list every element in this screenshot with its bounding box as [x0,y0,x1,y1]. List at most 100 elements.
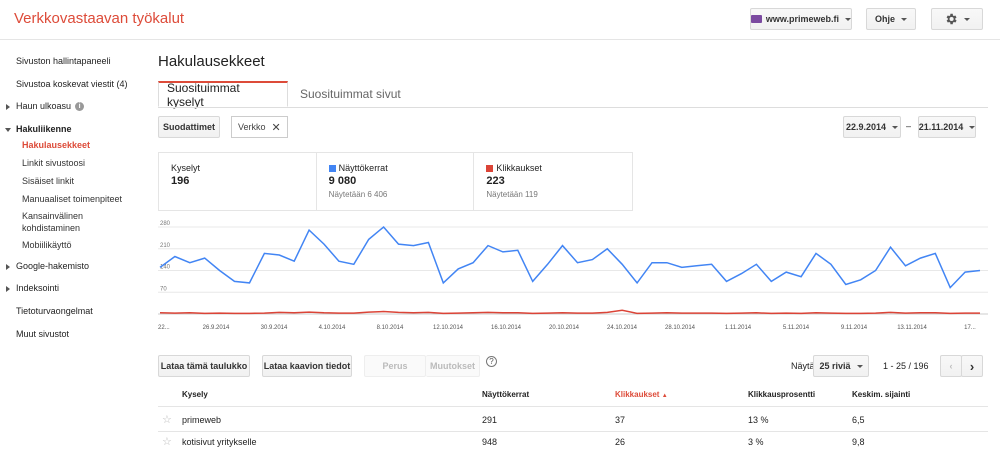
sidebar-item-label: Haun ulkoasu [16,101,72,111]
chevron-right-icon: › [969,358,975,374]
chevron-right-icon[interactable] [6,286,10,292]
site-favicon-icon [751,15,762,23]
y-tick-label: 280 [160,221,171,227]
column-header-label: Klikkaukset [615,390,660,399]
info-icon[interactable]: i [75,102,85,112]
sidebar-sub-international[interactable]: Kansainvälinen [22,210,83,222]
x-tick-label: 4.10.2014 [319,325,346,331]
prev-page-button[interactable]: ‹ [940,355,962,377]
checkbox-blue-icon[interactable] [328,165,336,172]
stat-clicks[interactable]: Klikkaukset 223 Näytetään 119 [474,153,632,210]
sidebar-sub-internal-links[interactable]: Sisäiset linkit [22,175,74,187]
cell-ctr: 3 % [748,437,764,447]
sidebar-item-google-index[interactable]: Google-hakemisto [16,261,89,271]
sidebar-item-security-issues[interactable]: Tietoturvaongelmat [16,306,93,316]
sidebar-item-dashboard[interactable]: Sivuston hallintapaneeli [16,56,111,66]
cell-query[interactable]: primeweb [182,415,221,425]
date-from-label: 22.9.2014 [845,122,887,132]
chart[interactable]: 280 210 140 70 22... 26.9.2014 30.9.2014 4.10.2… [158,219,988,334]
download-chart-button[interactable]: Lataa kaavion tiedot [262,355,352,377]
checkbox-red-icon[interactable] [486,165,494,172]
cell-impressions: 948 [482,437,498,447]
x-tick-label: 1.11.2014 [725,325,752,331]
cell-position: 9,8 [852,437,865,447]
cell-clicks: 26 [615,437,626,447]
next-page-button[interactable]: › [961,355,983,377]
basic-view-button[interactable]: Perus [364,355,426,377]
app-title[interactable]: Verkkovastaavan työkalut [14,10,184,27]
main-content: Hakulausekkeet Suosituimmat kyselyt Suos… [158,41,1000,458]
rows-per-page-select[interactable]: 25 riviä [813,355,869,377]
download-table-button[interactable]: Lataa tämä taulukko [158,355,250,377]
chevron-down-icon [964,17,970,21]
column-header-ctr[interactable]: Klikkausprosentti [748,390,815,399]
sidebar-sub-targeting[interactable]: kohdistaminen [22,222,80,234]
y-tick-label: 70 [160,286,167,292]
series-line [159,225,981,289]
chevron-down-icon[interactable] [5,128,11,132]
sidebar-item-crawl[interactable]: Indeksointi [16,283,59,293]
x-tick-label: 5.11.2014 [783,325,810,331]
site-label: www.primeweb.fi [765,14,839,24]
stats-panel: Kyselyt 196 Näyttökerrat 9 080 Näytetään… [158,152,633,211]
stat-value: 196 [171,175,190,187]
tab-top-pages[interactable]: Suosituimmat sivut [292,81,416,107]
close-icon[interactable]: ✕ [272,121,281,134]
stat-value: 223 [486,175,505,187]
x-tick-label: 26.9.2014 [203,325,230,331]
changes-view-button[interactable]: Muutokset [426,355,480,377]
stat-impressions[interactable]: Näyttökerrat 9 080 Näytetään 6 406 [317,153,475,210]
page-title: Hakulausekkeet [158,53,265,70]
column-header-query[interactable]: Kysely [182,390,208,399]
star-icon[interactable]: ☆ [162,435,172,448]
x-tick-label: 13.11.2014 [897,325,927,331]
chevron-right-icon[interactable] [6,264,10,270]
tab-top-queries[interactable]: Suosituimmat kyselyt [158,81,288,109]
sidebar-item-messages[interactable]: Sivustoa koskevat viestit (4) [16,79,128,89]
help-label: Ohje [874,14,895,24]
column-header-position[interactable]: Keskim. sijainti [852,390,910,399]
sidebar-item-search-traffic[interactable]: Hakuliikenne [16,124,72,134]
star-icon[interactable]: ☆ [162,413,172,426]
sidebar-item-search-appearance[interactable]: Haun ulkoasu i [16,101,85,112]
sidebar-sub-mobile-usability[interactable]: Mobiilikäyttö [22,239,72,251]
stat-sub: Näytetään 6 406 [328,190,388,199]
sidebar-item-other-sites[interactable]: Muut sivustot [16,329,69,339]
stat-queries[interactable]: Kyselyt 196 [159,153,317,210]
show-label: Näytä [791,361,815,371]
filters-button[interactable]: Suodattimet [158,116,220,138]
date-to-button[interactable]: 21.11.2014 [918,116,976,138]
cell-impressions: 291 [482,415,498,425]
stat-label: Näyttökerrat [338,163,388,173]
tab-divider [158,107,988,108]
cell-query[interactable]: kotisivut yritykselle [182,437,257,447]
help-icon[interactable]: ? [486,356,497,367]
sidebar-sub-links-to-site[interactable]: Linkit sivustoosi [22,157,85,169]
chevron-down-icon [969,125,976,129]
chevron-down-icon [892,125,899,129]
help-button[interactable]: Ohje [866,8,916,30]
stat-label: Kyselyt [171,163,201,173]
cell-position: 6,5 [852,415,865,425]
pagination-range: 1 - 25 / 196 [883,361,929,371]
x-tick-label: 22... [158,325,170,331]
site-selector[interactable]: www.primeweb.fi [750,8,852,30]
stat-label-row: Näyttökerrat [328,163,462,173]
settings-button[interactable] [931,8,983,30]
gear-icon [946,13,957,25]
sidebar: Sivuston hallintapaneeli Sivustoa koskev… [0,41,148,458]
date-from-button[interactable]: 22.9.2014 [843,116,901,138]
column-header-clicks[interactable]: Klikkaukset ▲ [615,390,668,399]
rows-select-label: 25 riviä [819,361,851,371]
chevron-down-icon [901,17,907,21]
column-header-impressions[interactable]: Näyttökerrat [482,390,529,399]
sort-up-icon: ▲ [661,393,668,399]
header-divider [158,406,988,407]
sidebar-sub-manual-actions[interactable]: Manuaaliset toimenpiteet [22,193,122,205]
x-tick-label: 9.11.2014 [841,325,868,331]
chevron-down-icon [856,364,863,368]
x-tick-label: 8.10.2014 [377,325,404,331]
sidebar-sub-search-queries[interactable]: Hakulausekkeet [22,139,90,151]
chevron-right-icon[interactable] [6,104,10,110]
filter-chip[interactable]: Verkko ✕ [231,116,288,138]
